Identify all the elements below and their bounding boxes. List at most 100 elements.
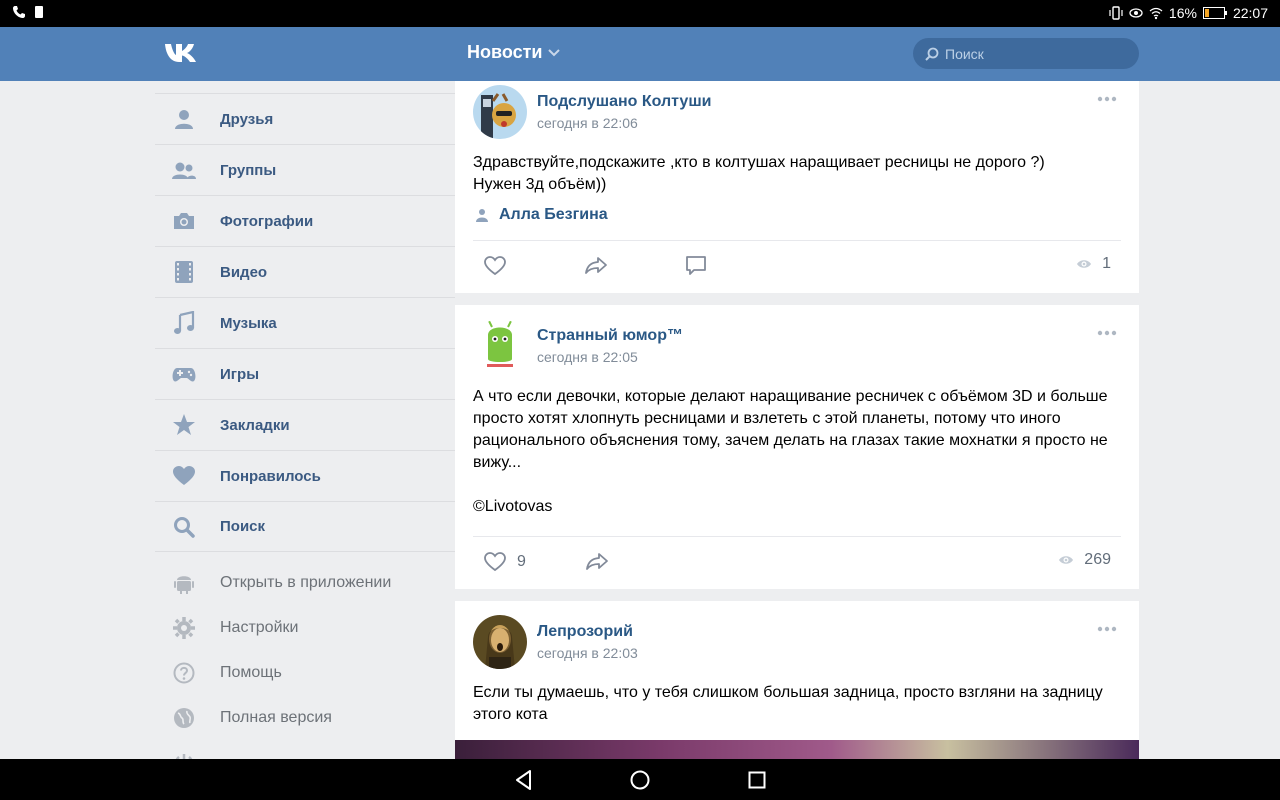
sidebar-item-liked[interactable]: Понравилось — [155, 450, 455, 501]
post-signer[interactable]: Алла Безгина — [455, 206, 626, 224]
gear-icon — [171, 615, 197, 641]
status-bar: 16% 22:07 — [0, 0, 1280, 27]
more-icon[interactable] — [1097, 327, 1117, 339]
battery-percent: 16% — [1168, 5, 1197, 21]
search-icon — [171, 514, 197, 540]
recents-icon[interactable] — [745, 768, 769, 792]
likes-count: 9 — [517, 553, 526, 570]
post-header: Лепрозорий сегодня в 22:03 — [455, 611, 1139, 675]
search-icon — [925, 47, 939, 61]
sidebar-item-label: Друзья — [220, 110, 274, 128]
post: Странный юмор™ сегодня в 22:05 А что есл… — [455, 305, 1139, 589]
share-icon — [586, 553, 608, 570]
views-counter: 1 — [1076, 255, 1111, 273]
views-count: 269 — [1084, 551, 1111, 568]
comment-button[interactable] — [685, 255, 707, 277]
eye-icon — [1077, 260, 1092, 268]
sidebar-item-music[interactable]: Музыка — [155, 297, 455, 348]
post-time[interactable]: сегодня в 22:06 — [537, 115, 638, 131]
post: Подслушано Колтуши сегодня в 22:06 Здрав… — [455, 81, 1139, 293]
person-icon — [171, 106, 197, 132]
sidebar-item-label: Фотографии — [220, 212, 314, 230]
search-input[interactable] — [945, 45, 1125, 62]
more-icon[interactable] — [1097, 93, 1117, 105]
sidebar-sub-label: Помощь — [220, 663, 282, 681]
eye-icon — [1059, 556, 1074, 564]
sidebar-item-full-version[interactable]: Полная версия — [155, 695, 455, 740]
camera-icon — [171, 208, 197, 234]
clock: 22:07 — [1232, 5, 1268, 21]
sidebar-sub-label: Открыть в приложении — [220, 573, 392, 591]
sidebar-item-photos[interactable]: Фотографии — [155, 195, 455, 246]
sidebar-sub-label: Настройки — [220, 618, 299, 636]
sidebar-item-label: Группы — [220, 161, 277, 179]
battery-icon — [1202, 7, 1227, 19]
sidebar-item-label: Музыка — [220, 314, 277, 332]
share-button[interactable] — [585, 551, 609, 571]
help-icon — [171, 660, 197, 686]
more-icon[interactable] — [1097, 623, 1117, 635]
top-header: Новости — [0, 27, 1280, 81]
post-author-name[interactable]: Странный юмор™ — [537, 327, 683, 345]
android-icon — [171, 570, 197, 596]
sidebar-item-settings[interactable]: Настройки — [155, 605, 455, 650]
film-icon — [171, 259, 197, 285]
like-button[interactable]: 9 — [483, 551, 526, 573]
home-icon[interactable] — [628, 768, 652, 792]
avatar[interactable] — [473, 615, 527, 669]
page-title-dropdown[interactable]: Новости — [467, 42, 561, 63]
sidebar-item-search[interactable]: Поиск — [155, 501, 455, 552]
post-text: А что если девочки, которые делают наращ… — [473, 388, 1108, 515]
post-image[interactable] — [455, 740, 1139, 759]
news-feed: Подслушано Колтуши сегодня в 22:06 Здрав… — [455, 81, 1139, 759]
comment-icon — [686, 256, 706, 275]
android-nav-bar — [0, 759, 1280, 800]
status-left — [12, 5, 46, 19]
sidebar-item-groups[interactable]: Группы — [155, 144, 455, 195]
post-text: Здравствуйте,подскажите ,кто в колтушах … — [473, 154, 1045, 193]
vk-logo-icon[interactable] — [163, 41, 201, 65]
sidebar-item-video[interactable]: Видео — [155, 246, 455, 297]
back-icon[interactable] — [512, 768, 536, 792]
post-header: Подслушано Колтуши сегодня в 22:06 — [455, 81, 1139, 145]
like-button[interactable] — [483, 255, 507, 277]
post-author-name[interactable]: Лепрозорий — [537, 623, 633, 641]
group-icon — [171, 157, 197, 183]
chevron-down-icon — [548, 48, 561, 56]
avatar[interactable] — [473, 319, 527, 373]
sidebar-item-label: Видео — [220, 263, 268, 281]
sidebar-item-open-app[interactable]: Открыть в приложении — [155, 560, 455, 605]
sidebar-item-games[interactable]: Игры — [155, 348, 455, 399]
post-author-name[interactable]: Подслушано Колтуши — [537, 93, 711, 111]
views-count: 1 — [1102, 255, 1111, 272]
vibrate-icon — [1109, 6, 1123, 20]
globe-icon — [171, 705, 197, 731]
sidebar-item-label: Закладки — [220, 416, 290, 434]
post-signer-name: Алла Безгина — [499, 206, 608, 223]
eye-icon — [1129, 8, 1143, 18]
page-title: Новости — [467, 42, 543, 62]
sidebar: Друзья Группы Фотографии Видео Музыка Иг… — [155, 81, 455, 759]
sidebar-sub-label: Полная версия — [220, 708, 332, 726]
post-time[interactable]: сегодня в 22:05 — [537, 349, 638, 365]
avatar[interactable] — [473, 85, 527, 139]
share-button[interactable] — [584, 255, 608, 275]
share-icon — [585, 257, 607, 274]
heart-icon — [171, 463, 197, 489]
post-text: Если ты думаешь, что у тебя слишком боль… — [473, 684, 1103, 723]
post-actions: 9 269 — [473, 536, 1121, 588]
heart-outline-icon — [484, 552, 506, 572]
sidebar-item-friends[interactable]: Друзья — [155, 93, 455, 144]
search-box[interactable] — [913, 38, 1139, 69]
power-icon — [171, 750, 197, 759]
wifi-icon — [1149, 7, 1163, 20]
sidebar-item-partial[interactable] — [155, 740, 455, 759]
sidebar-item-help[interactable]: Помощь — [155, 650, 455, 695]
music-note-icon — [171, 310, 197, 336]
post-header: Странный юмор™ сегодня в 22:05 — [455, 315, 1139, 379]
star-icon — [171, 412, 197, 438]
sidebar-item-bookmarks[interactable]: Закладки — [155, 399, 455, 450]
post-time[interactable]: сегодня в 22:03 — [537, 645, 638, 661]
